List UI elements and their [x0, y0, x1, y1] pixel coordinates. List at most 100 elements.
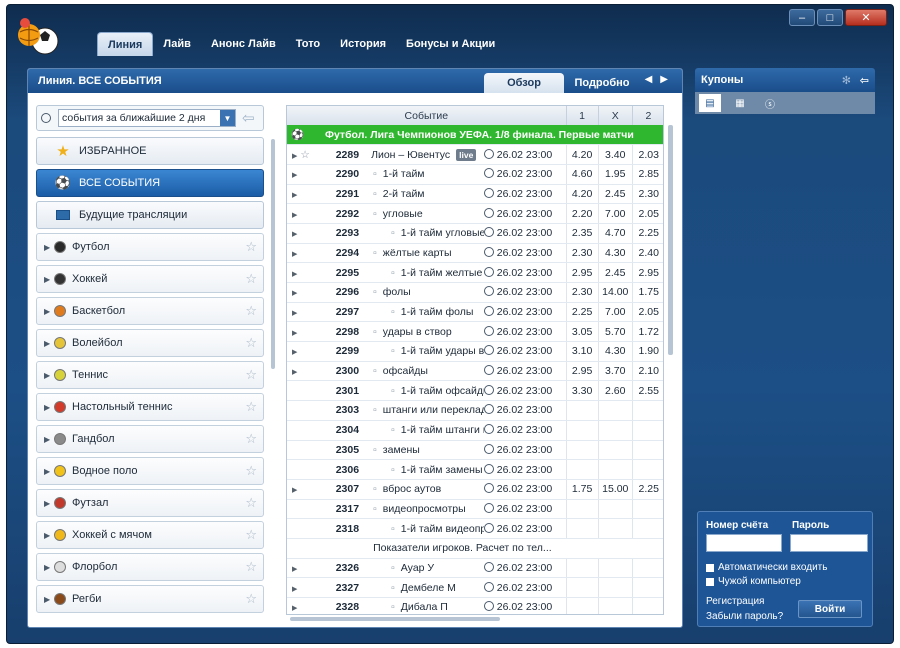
expand-arrow-icon[interactable] — [287, 448, 292, 455]
expand-arrow-icon[interactable]: ▶ — [44, 403, 54, 412]
col-event[interactable]: Событие — [287, 106, 567, 125]
checkbox-icon[interactable] — [706, 577, 714, 586]
expand-arrow-icon[interactable]: ▶ — [287, 605, 297, 612]
expand-arrow-icon[interactable]: ▶ — [287, 251, 297, 258]
odd-2[interactable] — [631, 420, 663, 441]
col-1[interactable]: 1 — [566, 106, 599, 125]
sport-item[interactable]: ▶ Гандбол ☆ — [36, 425, 264, 453]
odd-x[interactable]: 4.70 — [597, 223, 633, 244]
event-row[interactable]: 2306 ▫ 1-й тайм замены 26.02 23:00 — [287, 459, 663, 480]
favorite-star-icon[interactable]: ☆ — [245, 463, 257, 479]
odd-x[interactable]: 15.00 — [597, 479, 633, 500]
odd-x[interactable]: 4.30 — [597, 341, 633, 362]
live-badge[interactable]: live — [456, 148, 477, 161]
forgot-password-link[interactable]: Забыли пароль? — [706, 611, 783, 622]
odd-x[interactable] — [597, 400, 633, 421]
odd-x[interactable]: 4.30 — [597, 243, 633, 264]
favorite-star-icon[interactable]: ☆ — [245, 303, 257, 319]
event-row[interactable]: ▶ 2295 ▫ 1-й тайм желтые к... 26.02 23:00 2.9… — [287, 262, 663, 283]
expand-arrow-icon[interactable] — [287, 507, 292, 514]
odd-1[interactable] — [565, 420, 599, 441]
odd-x[interactable] — [597, 558, 633, 579]
tab-history[interactable]: История — [330, 32, 396, 56]
odd-1[interactable]: 3.30 — [565, 380, 599, 402]
favorite-star-icon[interactable]: ☆ — [300, 149, 309, 161]
odd-x[interactable] — [597, 518, 633, 539]
event-row[interactable]: ▶ 2294 ▫ жёлтые карты 26.02 23:00 2.30 4.30 2.4… — [287, 243, 663, 264]
event-row[interactable]: Показатели игроков. Расчет по тел... — [287, 538, 663, 559]
favorite-star-icon[interactable]: ☆ — [245, 431, 257, 447]
odd-x[interactable]: 14.00 — [597, 282, 633, 303]
favorite-star-icon[interactable]: ☆ — [245, 239, 257, 255]
tab-line[interactable]: Линия — [97, 32, 154, 56]
period-select[interactable]: события за ближайшие 2 дня ▼ — [58, 109, 236, 127]
minimize-button[interactable]: – — [789, 9, 815, 26]
expand-arrow-icon[interactable]: ▶ — [287, 192, 297, 199]
odd-1[interactable]: 2.30 — [565, 243, 599, 264]
favorite-star-icon[interactable]: ☆ — [245, 591, 257, 607]
collapse-arrow-icon[interactable]: ⇦ — [860, 74, 869, 87]
col-x[interactable]: X — [598, 106, 633, 125]
odd-2[interactable] — [631, 499, 663, 520]
event-row[interactable]: 2318 ▫ 1-й тайм видеопр... 26.02 23:00 — [287, 518, 663, 539]
col-2[interactable]: 2 — [632, 106, 663, 125]
odd-x[interactable]: 2.60 — [597, 380, 633, 402]
sidebar-scrollbar[interactable] — [271, 139, 275, 369]
odd-x[interactable] — [597, 597, 633, 614]
back-arrow-icon[interactable]: ⇦ — [242, 109, 255, 127]
expand-arrow-icon[interactable]: ▶ — [44, 531, 54, 540]
odd-x[interactable] — [597, 499, 633, 520]
odd-1[interactable]: 4.60 — [565, 164, 599, 185]
event-row[interactable]: ▶ 2297 ▫ 1-й тайм фолы 26.02 23:00 2.25 7.00 2.… — [287, 302, 663, 323]
sport-item[interactable]: ▶ Хоккей ☆ — [36, 265, 264, 293]
odd-1[interactable]: 1.75 — [565, 479, 599, 500]
odd-2[interactable] — [631, 597, 663, 614]
sport-item[interactable]: ▶ Футбол ☆ — [36, 233, 264, 261]
odd-1[interactable]: 2.35 — [565, 223, 599, 244]
expand-arrow-icon[interactable] — [287, 408, 292, 415]
odd-1[interactable]: 4.20 — [565, 184, 599, 205]
expand-arrow-icon[interactable]: ▶ — [44, 435, 54, 444]
odd-2[interactable]: 1.72 — [631, 321, 663, 343]
event-row[interactable]: ▶ 2291 ▫ 2-й тайм 26.02 23:00 4.20 2.45 2.30 — [287, 184, 663, 205]
expand-arrow-icon[interactable]: ▶ — [44, 339, 54, 348]
odd-2[interactable]: 2.05 — [631, 302, 663, 323]
account-input[interactable] — [706, 534, 782, 552]
arrow-left-icon[interactable]: ◀ — [645, 74, 661, 85]
expand-arrow-icon[interactable]: ▶ — [287, 487, 297, 494]
sport-item[interactable]: ▶ Флорбол ☆ — [36, 553, 264, 581]
favorite-star-icon[interactable]: ☆ — [245, 559, 257, 575]
odd-x[interactable]: 1.95 — [597, 164, 633, 185]
odd-1[interactable] — [565, 597, 599, 614]
sport-item[interactable]: ▶ Водное поло ☆ — [36, 457, 264, 485]
event-row[interactable]: ▶ 2307 ▫ вброс аутов 26.02 23:00 1.75 15.00 2.2… — [287, 479, 663, 500]
odd-x[interactable] — [597, 459, 633, 480]
favorite-star-icon[interactable]: ☆ — [245, 495, 257, 511]
event-row[interactable]: ▶ ☆ 2289 Лион – Ювентус live 26.02 23:00 4.20 3… — [287, 144, 663, 165]
event-row[interactable]: ▶ 2296 ▫ фолы 26.02 23:00 2.30 14.00 1.75 — [287, 282, 663, 303]
odd-1[interactable] — [565, 459, 599, 480]
expand-arrow-icon[interactable] — [287, 389, 292, 396]
table-scrollbar[interactable] — [668, 125, 673, 355]
expand-arrow-icon[interactable]: ▶ — [44, 595, 54, 604]
odd-2[interactable]: 2.03 — [631, 144, 663, 165]
odd-2[interactable]: 2.25 — [631, 479, 663, 500]
expand-arrow-icon[interactable]: ▶ — [44, 243, 54, 252]
expand-arrow-icon[interactable] — [287, 468, 292, 475]
event-row[interactable]: ▶ 2292 ▫ угловые 26.02 23:00 2.20 7.00 2.05 — [287, 203, 663, 224]
expand-arrow-icon[interactable]: ▶ — [287, 212, 297, 219]
event-row[interactable]: ▶ 2290 ▫ 1-й тайм 26.02 23:00 4.60 1.95 2.85 — [287, 164, 663, 185]
tab-bonuses[interactable]: Бонусы и Акции — [396, 32, 505, 56]
odd-x[interactable]: 7.00 — [597, 203, 633, 224]
special-item[interactable]: Будущие трансляции — [36, 201, 264, 229]
odd-1[interactable]: 2.95 — [565, 262, 599, 283]
odd-2[interactable]: 2.55 — [631, 380, 663, 402]
favorite-star-icon[interactable]: ☆ — [245, 271, 257, 287]
odd-x[interactable] — [597, 420, 633, 441]
odd-1[interactable] — [565, 577, 599, 598]
maximize-button[interactable]: □ — [817, 9, 843, 26]
expand-arrow-icon[interactable]: ▶ — [287, 566, 297, 573]
odd-x[interactable]: 3.40 — [597, 144, 633, 165]
tab-live[interactable]: Лайв — [153, 32, 201, 56]
odd-x[interactable]: 7.00 — [597, 302, 633, 323]
